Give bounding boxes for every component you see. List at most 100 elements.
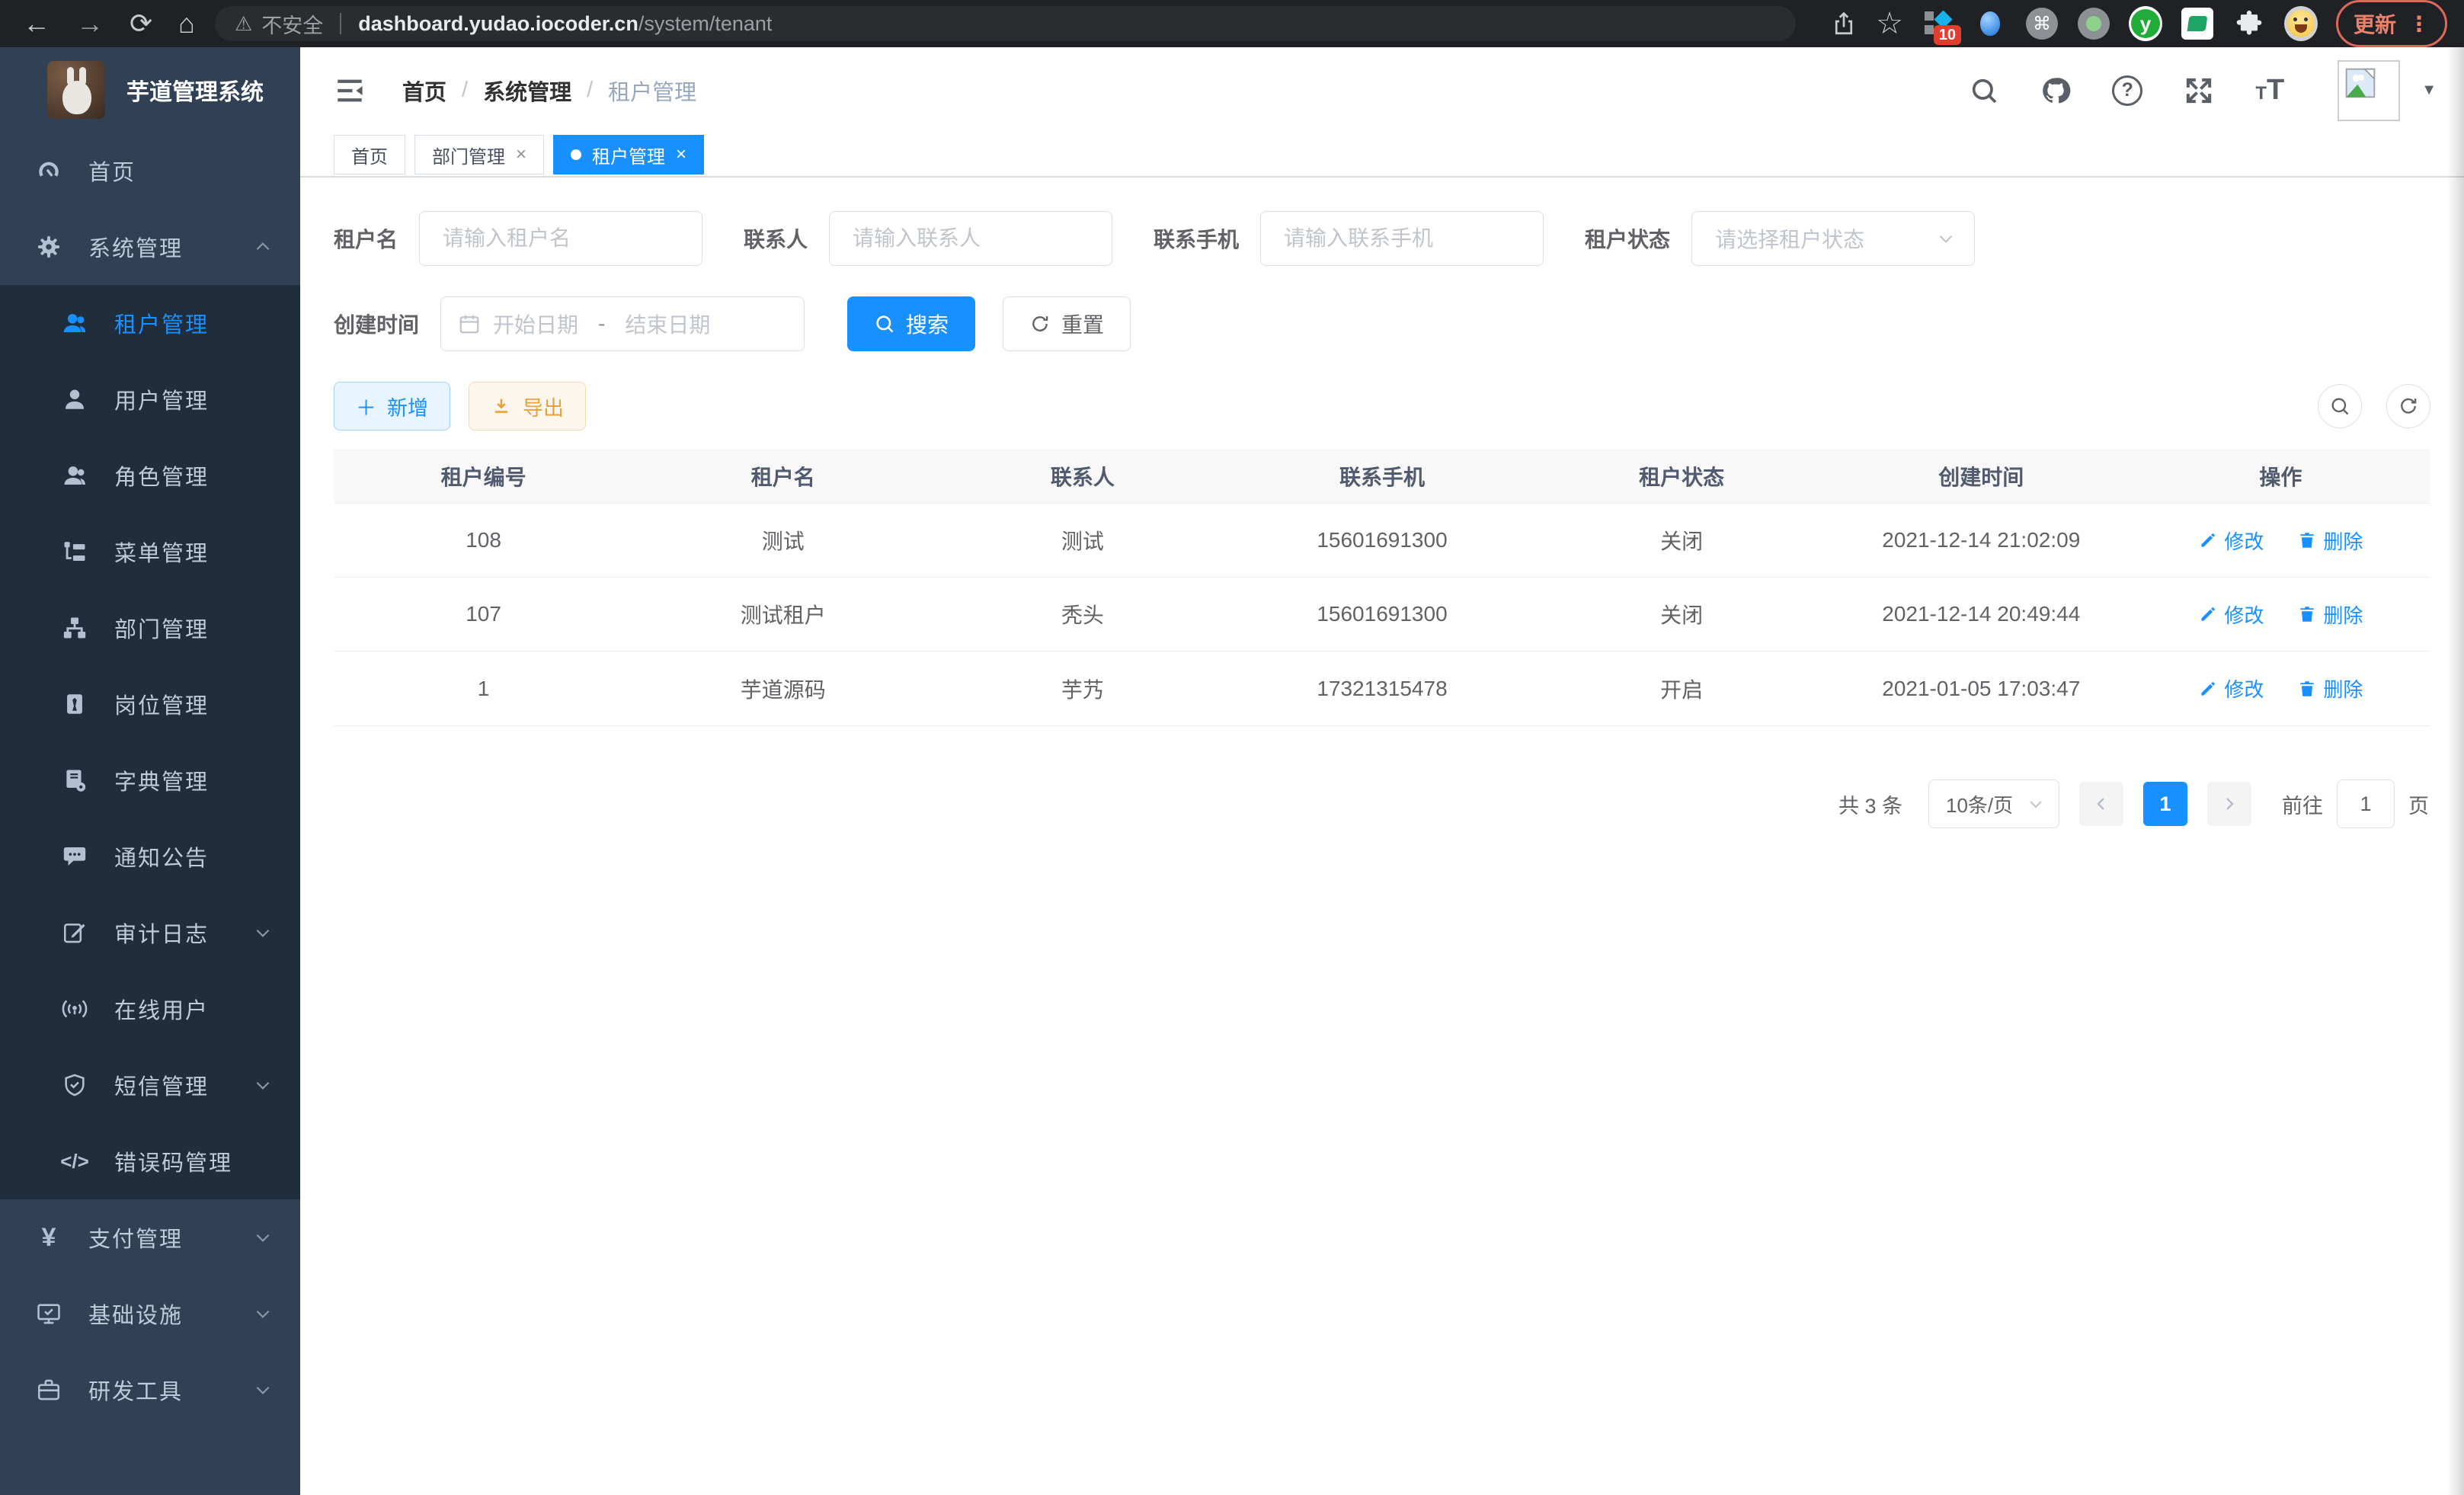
edit-link-label: 修改 xyxy=(2224,527,2264,555)
sidebar-logo-row[interactable]: 芋道管理系统 xyxy=(0,47,300,133)
sidebar-item-auditlog[interactable]: 审计日志 xyxy=(0,895,300,971)
plus-icon: ＋ xyxy=(356,392,376,421)
search-button[interactable]: 搜索 xyxy=(847,296,975,351)
dictionary-icon xyxy=(59,765,90,796)
delete-link[interactable]: 删除 xyxy=(2297,527,2363,555)
sidebar-item-menu[interactable]: 菜单管理 xyxy=(0,514,300,590)
sidebar-item-dict[interactable]: 字典管理 xyxy=(0,742,300,818)
extension-tango-icon[interactable]: 10 xyxy=(1922,7,1955,40)
cell-created: 2021-12-14 20:49:44 xyxy=(1832,602,2131,626)
page-unit-label: 页 xyxy=(2408,789,2429,819)
export-button[interactable]: 导出 xyxy=(469,382,586,431)
tab-dept[interactable]: 部门管理 × xyxy=(414,135,544,174)
sidebar-item-label: 部门管理 xyxy=(114,612,273,644)
sidebar-item-role[interactable]: 角色管理 xyxy=(0,437,300,514)
avatar-dropdown-icon[interactable]: ▼ xyxy=(2421,82,2437,99)
sidebar-item-pay[interactable]: ¥ 支付管理 xyxy=(0,1199,300,1276)
bookmark-star-icon[interactable]: ☆ xyxy=(1876,8,1903,39)
sidebar-item-sms[interactable]: 短信管理 xyxy=(0,1047,300,1123)
sidebar-item-post[interactable]: 岗位管理 xyxy=(0,666,300,742)
tenant-page: 租户名 联系人 联系手机 租户状态 请选择租户状态 xyxy=(300,178,2464,1495)
sidebar-collapse-icon[interactable] xyxy=(334,75,366,107)
show-search-toggle-button[interactable] xyxy=(2318,384,2362,428)
chevron-down-icon xyxy=(2027,795,2045,813)
update-label: 更新 xyxy=(2354,8,2396,39)
page-size-select[interactable]: 10条/页 xyxy=(1928,780,2059,828)
tab-tenant[interactable]: 租户管理 × xyxy=(553,135,704,174)
tab-close-icon[interactable]: × xyxy=(676,144,686,165)
search-button-label: 搜索 xyxy=(906,309,949,339)
breadcrumb-system[interactable]: 系统管理 xyxy=(483,75,571,107)
goto-page-input[interactable] xyxy=(2337,780,2395,828)
sidebar-item-dept[interactable]: 部门管理 xyxy=(0,590,300,666)
tab-close-icon[interactable]: × xyxy=(516,144,526,165)
header-search-icon[interactable] xyxy=(1969,75,1999,106)
browser-menu-icon[interactable]: ⋮ xyxy=(2408,11,2430,37)
prev-page-button[interactable] xyxy=(2079,782,2123,826)
cell-status: 关闭 xyxy=(1532,599,1832,629)
fullscreen-icon[interactable] xyxy=(2184,75,2214,106)
sidebar-item-devtools[interactable]: 研发工具 xyxy=(0,1352,300,1428)
mobile-input[interactable] xyxy=(1260,211,1544,266)
edit-link[interactable]: 修改 xyxy=(2198,674,2264,703)
extensions-puzzle-icon[interactable] xyxy=(2232,7,2266,40)
tags-view-bar: 首页 部门管理 × 租户管理 × xyxy=(300,133,2464,178)
font-size-icon[interactable]: TT xyxy=(2255,74,2284,107)
reset-button[interactable]: 重置 xyxy=(1003,296,1131,351)
shield-check-icon xyxy=(59,1070,90,1100)
delete-link[interactable]: 删除 xyxy=(2297,674,2363,703)
address-bar[interactable]: ⚠ 不安全 dashboard.yudao.iocoder.cn /system… xyxy=(215,6,1796,41)
sidebar-item-notice[interactable]: 通知公告 xyxy=(0,818,300,895)
sidebar-item-errorcode[interactable]: </> 错误码管理 xyxy=(0,1123,300,1199)
extension-y-icon[interactable]: y xyxy=(2129,7,2162,40)
contact-input[interactable] xyxy=(829,211,1112,266)
breadcrumb-home[interactable]: 首页 xyxy=(402,75,446,107)
extension-chat-icon[interactable] xyxy=(2181,7,2214,40)
edit-link[interactable]: 修改 xyxy=(2198,600,2264,629)
chat-bubble-icon xyxy=(59,841,90,872)
url-path: /system/tenant xyxy=(638,12,773,36)
browser-update-button[interactable]: 更新 ⋮ xyxy=(2336,0,2447,47)
extension-recorder-icon[interactable] xyxy=(2077,7,2110,40)
table-row: 1 芋道源码 芋艿 17321315478 开启 2021-01-05 17:0… xyxy=(334,651,2430,725)
browser-forward-icon[interactable]: → xyxy=(76,10,104,37)
sidebar-item-online[interactable]: 在线用户 xyxy=(0,971,300,1047)
extension-command-icon[interactable]: ⌘ xyxy=(2025,7,2059,40)
browser-home-icon[interactable]: ⌂ xyxy=(178,10,195,37)
page-number-button[interactable]: 1 xyxy=(2143,782,2187,826)
tab-home[interactable]: 首页 xyxy=(334,135,405,174)
status-select[interactable]: 请选择租户状态 xyxy=(1691,211,1975,266)
chevron-down-icon xyxy=(253,1075,273,1095)
dashboard-icon xyxy=(34,155,64,186)
breadcrumb-separator: / xyxy=(462,78,468,103)
sidebar-item-system[interactable]: 系统管理 xyxy=(0,209,300,285)
range-separator: - xyxy=(598,312,605,336)
sidebar-item-label: 字典管理 xyxy=(114,764,273,796)
user-avatar[interactable] xyxy=(2338,60,2400,121)
share-icon[interactable] xyxy=(1830,10,1858,37)
next-page-button[interactable] xyxy=(2207,782,2251,826)
sidebar-item-home[interactable]: 首页 xyxy=(0,133,300,209)
active-tab-dot xyxy=(571,149,581,160)
date-range-picker[interactable]: 开始日期 - 结束日期 xyxy=(440,296,805,351)
add-button[interactable]: ＋ 新增 xyxy=(334,382,450,431)
extension-balloon-icon[interactable] xyxy=(1973,7,2007,40)
sidebar-item-label: 系统管理 xyxy=(88,231,253,263)
tenant-name-input[interactable] xyxy=(419,211,702,266)
github-icon[interactable] xyxy=(2040,75,2071,106)
profile-avatar-icon[interactable] xyxy=(2284,7,2318,40)
edit-link[interactable]: 修改 xyxy=(2198,527,2264,555)
sidebar-item-tenant[interactable]: 租户管理 xyxy=(0,285,300,361)
browser-back-icon[interactable]: ← xyxy=(23,10,50,37)
security-warning-icon[interactable]: ⚠ xyxy=(235,12,252,36)
sidebar-item-user[interactable]: 用户管理 xyxy=(0,361,300,437)
help-icon[interactable]: ? xyxy=(2112,75,2142,106)
yen-icon: ¥ xyxy=(34,1222,64,1253)
delete-link[interactable]: 删除 xyxy=(2297,600,2363,629)
browser-reload-icon[interactable]: ⟳ xyxy=(130,10,152,37)
create-time-label: 创建时间 xyxy=(334,309,419,339)
sidebar-item-infra[interactable]: 基础设施 xyxy=(0,1276,300,1352)
refresh-table-button[interactable] xyxy=(2386,384,2430,428)
sidebar-item-label: 用户管理 xyxy=(114,383,273,415)
url-host: dashboard.yudao.iocoder.cn xyxy=(358,12,638,36)
